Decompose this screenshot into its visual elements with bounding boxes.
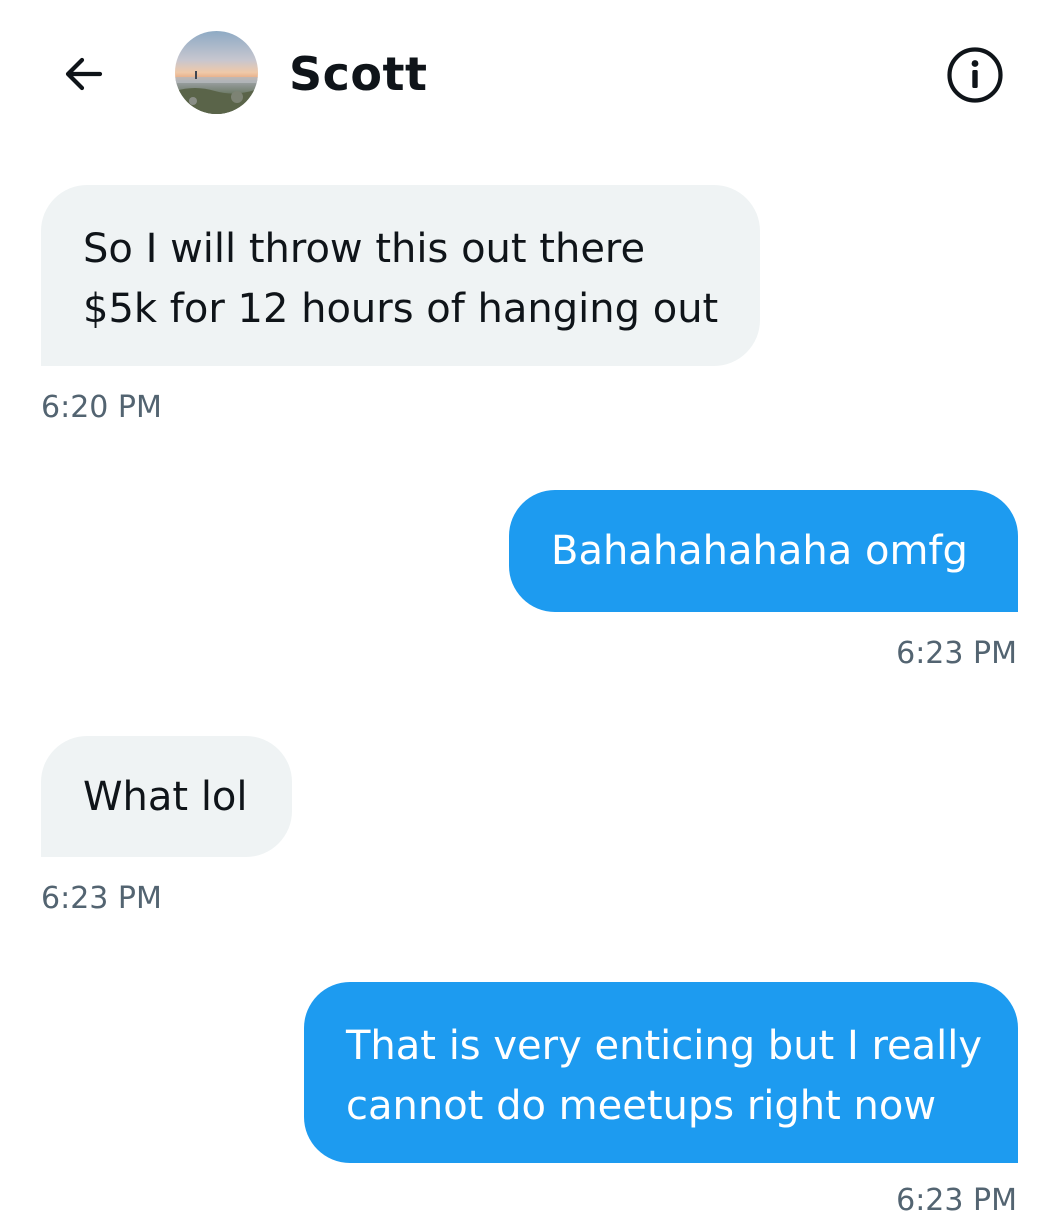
avatar[interactable] (175, 31, 258, 114)
outgoing-message-bubble[interactable]: That is very enticing but I really canno… (304, 982, 1018, 1163)
message-text-line: What lol (83, 774, 248, 820)
conversation-info-button[interactable] (944, 44, 1006, 106)
message-timestamp: 6:23 PM (896, 636, 1017, 671)
incoming-message-bubble[interactable]: What lol (41, 736, 292, 857)
message-timestamp: 6:23 PM (896, 1183, 1017, 1218)
outgoing-message-bubble[interactable]: Bahahahahaha omfg (509, 490, 1018, 612)
message-timestamp: 6:23 PM (41, 881, 162, 916)
message-timestamp: 6:20 PM (41, 390, 162, 425)
incoming-message-bubble[interactable]: So I will throw this out there $5k for 1… (41, 185, 760, 366)
info-circle-icon (945, 45, 1005, 105)
arrow-left-icon (60, 50, 108, 98)
message-text-line: Bahahahahaha omfg (551, 528, 968, 574)
message-text-line: cannot do meetups right now (346, 1083, 937, 1129)
back-button[interactable] (56, 46, 112, 102)
contact-name: Scott (289, 47, 428, 101)
message-text-line: That is very enticing but I really (346, 1023, 983, 1069)
message-text-line: $5k for 12 hours of hanging out (83, 286, 719, 332)
conversation-header: Scott (0, 0, 1059, 150)
message-text-line: So I will throw this out there (83, 226, 646, 272)
